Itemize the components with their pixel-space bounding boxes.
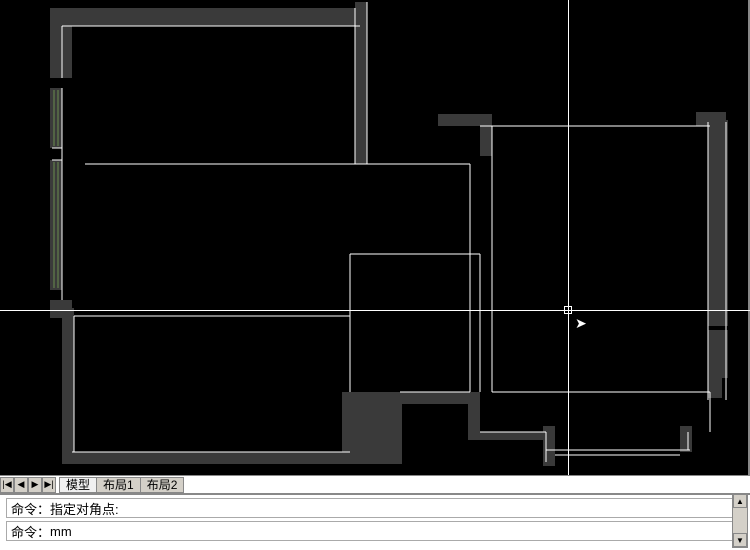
tab-layout1[interactable]: 布局1 [96,477,141,493]
tab-nav-next[interactable]: ▶ [28,477,42,493]
pickbox-cursor [564,306,572,314]
command-area: 命令： 指定对角点: 命令： mm [0,493,750,550]
command-history-line: 命令： 指定对角点: [6,498,736,518]
command-text: 指定对角点: [50,499,119,518]
command-prefix: 命令： [11,499,50,518]
layout-tab-bar: |◀ ◀ ▶ ▶| 模型 布局1 布局2 [0,475,750,493]
command-input-text: mm [50,524,72,539]
tab-layout2[interactable]: 布局2 [140,477,185,493]
tab-model[interactable]: 模型 [59,477,97,493]
command-prefix: 命令： [11,522,50,541]
tab-nav-prev[interactable]: ◀ [14,477,28,493]
command-scrollbar[interactable]: ▲ ▼ [732,493,748,548]
scroll-down-icon[interactable]: ▼ [733,533,747,547]
scroll-up-icon[interactable]: ▲ [733,494,747,508]
tab-nav-last[interactable]: ▶| [42,477,56,493]
floorplan-drawing [0,0,750,475]
command-input-line[interactable]: 命令： mm [6,521,736,541]
tab-nav-first[interactable]: |◀ [0,477,14,493]
crosshair-horizontal [0,310,750,311]
drawing-canvas[interactable]: ➤ [0,0,750,475]
crosshair-vertical [568,0,569,475]
